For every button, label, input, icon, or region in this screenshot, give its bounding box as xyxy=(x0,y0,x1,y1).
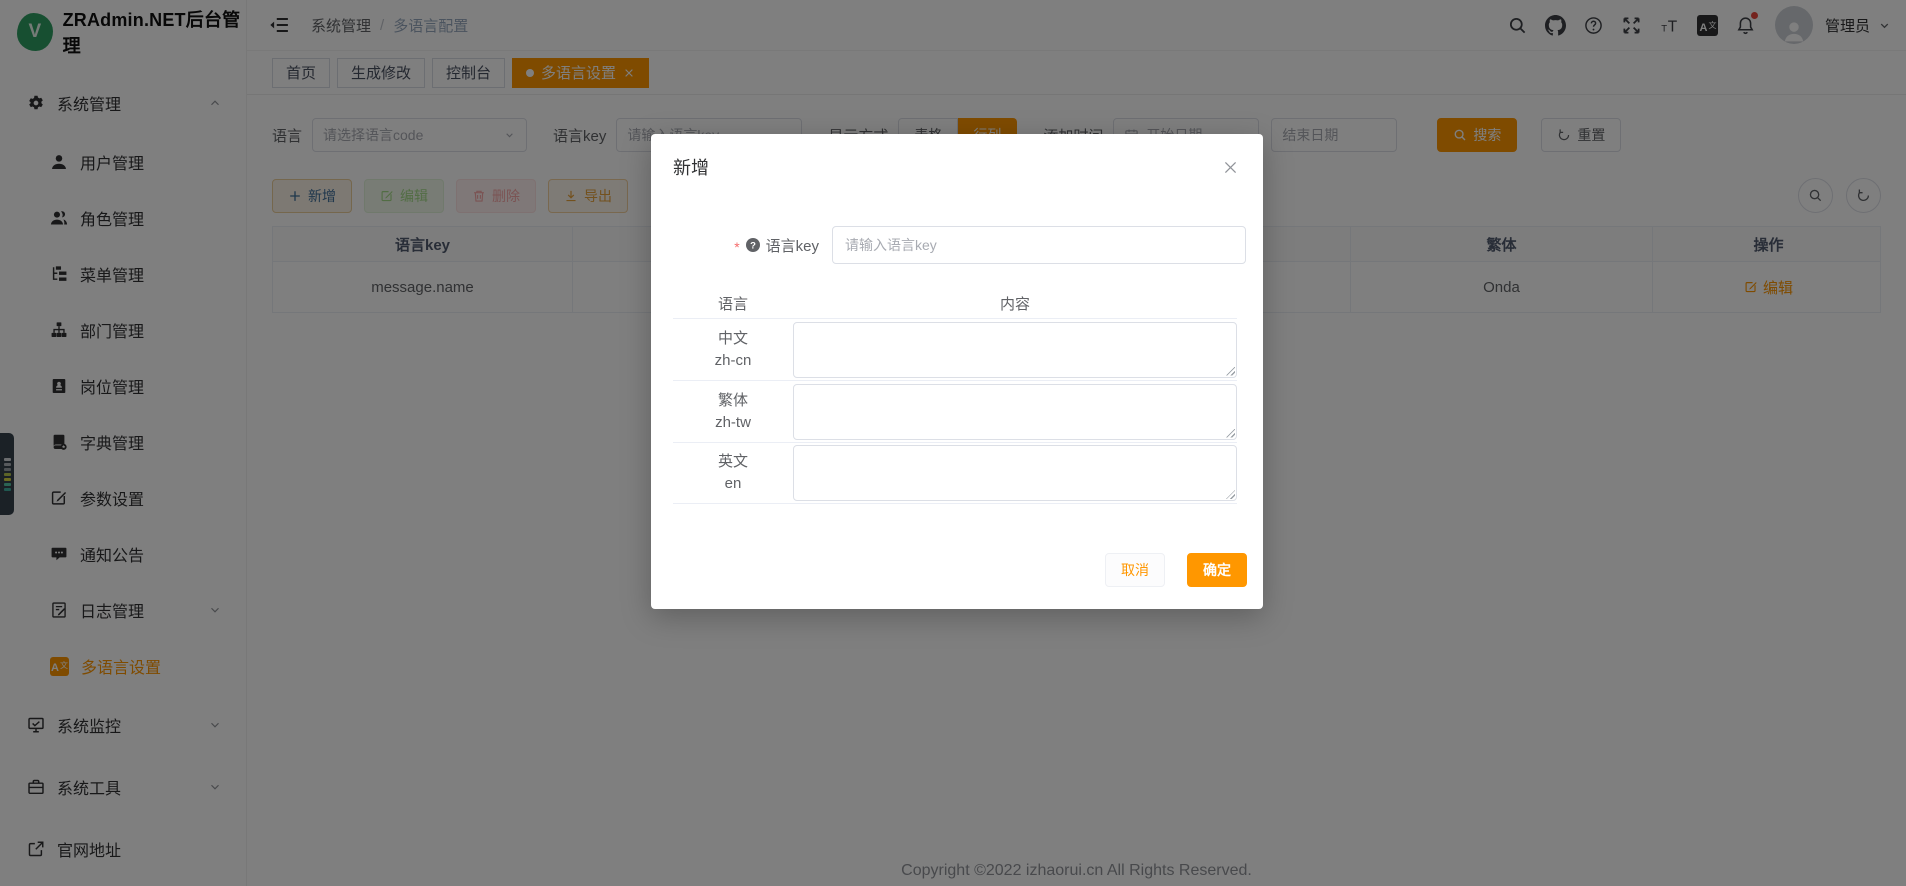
cancel-button[interactable]: 取消 xyxy=(1105,553,1165,587)
content-textarea-wrap xyxy=(793,322,1237,378)
content-column-header: 内容 xyxy=(793,293,1237,314)
content-textarea-zh-cn[interactable] xyxy=(793,322,1237,378)
key-form-row: * ? 语言key xyxy=(651,226,1246,264)
content-textarea-en[interactable] xyxy=(793,445,1237,501)
dialog-header: 新增 xyxy=(651,134,1263,180)
content-textarea-zh-tw[interactable] xyxy=(793,384,1237,440)
close-icon[interactable] xyxy=(1222,159,1239,176)
app: V ZRAdmin.NET后台管理 系统管理用户管理角色管理菜单管理部门管理岗位… xyxy=(0,0,1906,886)
language-label: 英文 xyxy=(673,451,793,473)
language-name: 中文zh-cn xyxy=(673,328,793,372)
language-row-en: 英文en xyxy=(673,442,1237,504)
language-table-header: 语言 内容 xyxy=(673,288,1237,318)
language-row-zh-cn: 中文zh-cn xyxy=(673,318,1237,380)
key-form-label: * ? 语言key xyxy=(651,235,832,256)
key-input[interactable] xyxy=(832,226,1246,264)
content-textarea-wrap xyxy=(793,445,1237,501)
content-textarea-wrap xyxy=(793,384,1237,440)
dialog-title: 新增 xyxy=(673,154,709,180)
language-name: 繁体zh-tw xyxy=(673,390,793,434)
language-label: 中文 xyxy=(673,328,793,350)
language-label: 繁体 xyxy=(673,390,793,412)
dialog-footer: 取消 确定 xyxy=(1105,553,1247,587)
language-content-table: 语言 内容 中文zh-cn 繁体zh-tw 英文en xyxy=(673,288,1237,504)
help-circle-icon[interactable]: ? xyxy=(745,237,761,253)
language-code: zh-tw xyxy=(673,412,793,434)
required-asterisk: * xyxy=(734,239,739,255)
add-dialog: 新增 * ? 语言key 语言 内容 中文zh-cn 繁体zh-tw 英文en 取消… xyxy=(651,134,1263,609)
language-row-zh-tw: 繁体zh-tw xyxy=(673,380,1237,442)
language-name: 英文en xyxy=(673,451,793,495)
language-code: en xyxy=(673,473,793,495)
language-code: zh-cn xyxy=(673,350,793,372)
language-column-header: 语言 xyxy=(673,293,793,314)
svg-text:?: ? xyxy=(750,240,756,251)
confirm-button[interactable]: 确定 xyxy=(1187,553,1247,587)
